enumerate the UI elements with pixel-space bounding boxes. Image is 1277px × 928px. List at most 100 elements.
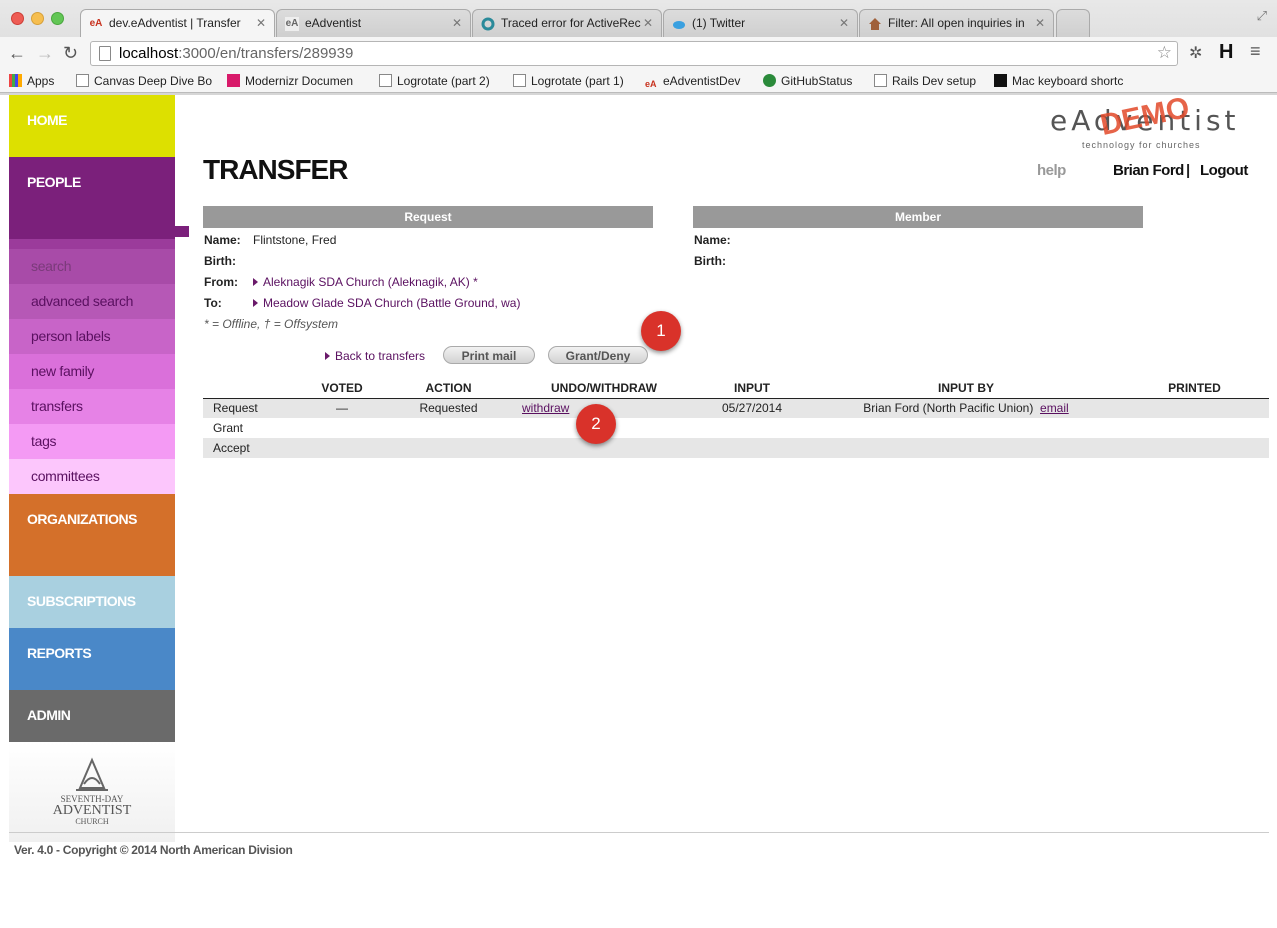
m-icon	[994, 74, 1007, 87]
annotation-badge-1: 1	[641, 311, 681, 351]
printed-cell	[1120, 398, 1269, 418]
tab-twitter[interactable]: (1) Twitter ✕	[663, 9, 858, 37]
header-separator: |	[1186, 162, 1191, 179]
close-tab-icon[interactable]: ✕	[839, 16, 849, 30]
bookmark-rails-dev[interactable]: Rails Dev setup	[874, 74, 976, 88]
minimize-window-button[interactable]	[31, 12, 44, 25]
step-cell: Accept	[203, 438, 303, 458]
menu-icon[interactable]: ≡	[1250, 41, 1261, 62]
nav-subscriptions[interactable]: SUBSCRIPTIONS	[9, 576, 175, 628]
address-bar[interactable]: localhost:3000/en/transfers/289939 ☆	[90, 41, 1178, 66]
circle-icon	[481, 17, 495, 31]
tab-filter[interactable]: Filter: All open inquiries in ✕	[859, 9, 1054, 37]
sda-logo: SEVENTH-DAY ADVENTIST CHURCH	[9, 742, 175, 842]
nav-admin[interactable]: ADMIN	[9, 690, 175, 742]
member-name-label: Name:	[694, 233, 731, 247]
nav-organizations[interactable]: ORGANIZATIONS	[9, 494, 175, 576]
bookmark-label: Modernizr Documen	[245, 74, 354, 88]
sidebar-item-committees[interactable]: committees	[9, 459, 175, 494]
browser-toolbar: ← → ↻ localhost:3000/en/transfers/289939…	[0, 37, 1277, 70]
logout-link[interactable]: Logout	[1200, 162, 1248, 179]
bookmark-label: Apps	[27, 74, 55, 88]
print-mail-button[interactable]: Print mail	[443, 346, 535, 364]
member-header: Member	[693, 206, 1143, 228]
close-tab-icon[interactable]: ✕	[643, 16, 653, 30]
bookmark-eadventistdev[interactable]: eA eAdventistDev	[645, 74, 740, 92]
sidebar-item-search[interactable]: search	[9, 249, 175, 284]
column-header: INPUT BY	[812, 378, 1120, 399]
column-header: UNDO/WITHDRAW	[516, 378, 692, 399]
maximize-window-button[interactable]	[51, 12, 64, 25]
logo-tagline: technology for churches	[1082, 140, 1201, 150]
page-title: TRANSFER	[203, 154, 348, 185]
bookmark-label: Logrotate (part 1)	[531, 74, 624, 88]
table-row: Grant	[203, 418, 1269, 438]
transfer-steps-table: VOTED ACTION UNDO/WITHDRAW INPUT INPUT B…	[203, 378, 1269, 458]
forward-arrow-icon[interactable]: →	[36, 43, 54, 64]
sidebar: HOME PEOPLE search advanced search perso…	[9, 95, 189, 842]
nav-people[interactable]: PEOPLE	[9, 157, 175, 239]
bookmark-canvas[interactable]: Canvas Deep Dive Bo	[76, 74, 212, 88]
close-window-button[interactable]	[11, 12, 24, 25]
eadventist-favicon-icon: eA	[645, 79, 657, 89]
tab-transfer[interactable]: eA dev.eAdventist | Transfer ✕	[80, 9, 275, 37]
page-icon	[76, 74, 89, 87]
sidebar-item-tags[interactable]: tags	[9, 424, 175, 459]
bookmark-githubstatus[interactable]: GitHubStatus	[763, 74, 852, 88]
nav-home[interactable]: HOME	[9, 95, 175, 157]
bookmarks-bar: Apps Canvas Deep Dive Bo Modernizr Docum…	[0, 70, 1277, 93]
tab-eadventist[interactable]: eA eAdventist ✕	[276, 9, 471, 37]
page-icon	[513, 74, 526, 87]
page-icon	[874, 74, 887, 87]
column-header	[203, 378, 303, 399]
triangle-right-icon	[325, 352, 330, 360]
back-to-transfers-link[interactable]: Back to transfers	[325, 349, 425, 363]
url-host: localhost	[119, 45, 179, 62]
page-icon	[379, 74, 392, 87]
to-church-link[interactable]: Meadow Glade SDA Church (Battle Ground, …	[253, 296, 520, 310]
bookmark-apps[interactable]: Apps	[9, 74, 54, 88]
reload-icon[interactable]: ↻	[63, 43, 78, 64]
request-birth-label: Birth:	[204, 254, 236, 268]
close-tab-icon[interactable]: ✕	[1035, 16, 1045, 30]
page-icon	[99, 46, 111, 61]
url-path: :3000/en/transfers/289939	[178, 45, 354, 62]
email-link[interactable]: email	[1040, 401, 1069, 415]
bug-extension-icon[interactable]: ✲	[1189, 43, 1202, 63]
logo-line2: ADVENTIST	[52, 803, 132, 818]
voted-cell: —	[303, 398, 381, 418]
sidebar-item-advanced-search[interactable]: advanced search	[9, 284, 175, 319]
user-name-link[interactable]: Brian Ford	[1113, 162, 1184, 179]
tab-traced-error[interactable]: Traced error for ActiveRec ✕	[472, 9, 662, 37]
close-tab-icon[interactable]: ✕	[452, 16, 462, 30]
bookmark-logrotate-2[interactable]: Logrotate (part 2)	[379, 74, 490, 88]
request-header: Request	[203, 206, 653, 228]
back-arrow-icon[interactable]: ←	[8, 43, 26, 64]
sidebar-item-new-family[interactable]: new family	[9, 354, 175, 389]
bookmark-mac-keyboard[interactable]: Mac keyboard shortc	[994, 74, 1123, 88]
bookmark-label: GitHubStatus	[781, 74, 853, 88]
withdraw-link[interactable]: withdraw	[522, 401, 569, 415]
fullscreen-icon[interactable]: ⤢	[1257, 8, 1267, 24]
annotation-badge-2: 2	[576, 404, 616, 444]
from-church-link[interactable]: Aleknagik SDA Church (Aleknagik, AK) *	[253, 275, 478, 289]
footer-copyright: Ver. 4.0 - Copyright © 2014 North Americ…	[9, 832, 1269, 857]
table-row: Request — Requested withdraw 05/27/2014 …	[203, 398, 1269, 418]
member-birth-label: Birth:	[694, 254, 726, 268]
bookmark-logrotate-1[interactable]: Logrotate (part 1)	[513, 74, 624, 88]
logo-line3: CHURCH	[75, 817, 109, 826]
grant-deny-button[interactable]: Grant/Deny	[548, 346, 648, 364]
help-link[interactable]: help	[1037, 162, 1066, 179]
h-extension-icon[interactable]: H	[1219, 41, 1233, 64]
people-submenu-spacer	[9, 239, 175, 249]
triangle-right-icon	[253, 278, 258, 286]
bookmark-star-icon[interactable]: ☆	[1157, 43, 1172, 63]
nav-reports[interactable]: REPORTS	[9, 628, 175, 690]
sidebar-item-transfers[interactable]: transfers	[9, 389, 175, 424]
column-header: ACTION	[381, 378, 516, 399]
back-to-transfers-label: Back to transfers	[335, 349, 426, 363]
sidebar-item-person-labels[interactable]: person labels	[9, 319, 175, 354]
close-tab-icon[interactable]: ✕	[256, 16, 266, 30]
bookmark-modernizr[interactable]: Modernizr Documen	[227, 74, 353, 88]
new-tab-button[interactable]	[1056, 9, 1090, 37]
